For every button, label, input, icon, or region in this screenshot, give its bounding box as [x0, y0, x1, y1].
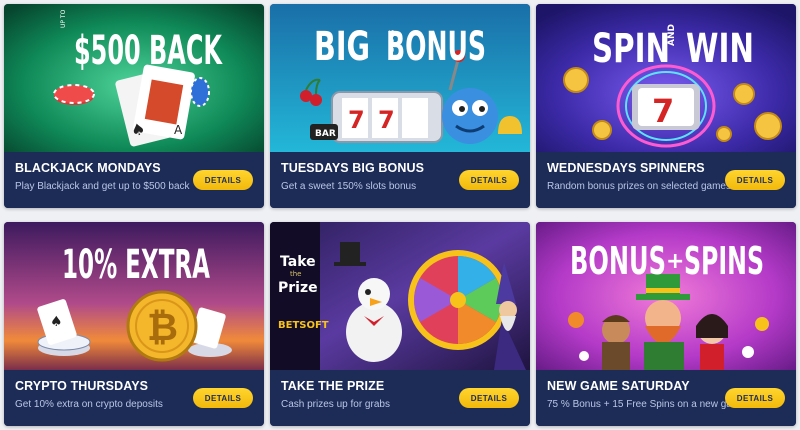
promo-card-crypto-thursdays[interactable]: ♠ ₿ 10% EXTRA CRYPTO THURSDAYS Get 10% e…: [4, 222, 264, 426]
chip-icon: [53, 84, 95, 105]
details-button[interactable]: DETAILS: [725, 170, 785, 190]
promotions-grid: ♠ A UP TO $500 BACK BLACKJACK MONDAYS Pl…: [0, 0, 800, 430]
promo-banner-spin-and-win[interactable]: 7 SPIN AND WIN: [536, 4, 796, 152]
logo-prize: Prize: [278, 280, 318, 296]
banner-pre-text: UP TO: [60, 9, 67, 28]
blue-monster-icon: [442, 88, 498, 144]
promo-card-tuesdays-big-bonus[interactable]: 7 7 BAR BIG SLOTS BONUS TUESDAYS BIG BON…: [270, 4, 530, 208]
promo-banner-take-the-prize[interactable]: Take the Prize BETSOFT: [270, 222, 530, 370]
details-button[interactable]: DETAILS: [459, 170, 519, 190]
promo-banner-bonus-spins[interactable]: BONUS + SPINS: [536, 222, 796, 370]
promo-banner-10-percent-extra[interactable]: ♠ ₿ 10% EXTRA: [4, 222, 264, 370]
banner-headline-left: SPIN: [592, 26, 670, 72]
banner-headline: $500 BACK: [74, 28, 223, 74]
promo-footer: TAKE THE PRIZE Cash prizes up for grabs …: [270, 370, 530, 426]
reel-symbol: 7: [378, 106, 395, 134]
chip-blue-icon: [190, 77, 210, 107]
promo-card-blackjack-mondays[interactable]: ♠ A UP TO $500 BACK BLACKJACK MONDAYS Pl…: [4, 4, 264, 208]
banner-headline-right: BONUS: [386, 24, 486, 70]
banner-headline-left: BIG: [314, 24, 370, 70]
promo-footer: NEW GAME SATURDAY 75 % Bonus + 15 Free S…: [536, 370, 796, 426]
banner-headline-right: WIN: [686, 26, 754, 72]
provider-logo: BETSOFT: [278, 320, 329, 331]
reel-label: BAR: [315, 129, 336, 139]
svg-text:♠: ♠: [50, 314, 63, 330]
banner-headline: 10% EXTRA: [62, 242, 210, 288]
banner-headline-left: BONUS: [570, 239, 666, 283]
bitcoin-icon: ₿: [126, 290, 198, 362]
promo-banner-blackjack[interactable]: ♠ A UP TO $500 BACK: [4, 4, 264, 152]
logo-the: the: [290, 270, 302, 278]
promo-card-wednesdays-spinners[interactable]: 7 SPIN AND WIN WEDNESDAYS SPINNERS Rando…: [536, 4, 796, 208]
logo-take: Take: [280, 254, 316, 270]
details-button[interactable]: DETAILS: [459, 388, 519, 408]
prize-wheel-icon: [408, 250, 508, 350]
reel-symbol: 7: [652, 92, 674, 130]
promo-card-new-game-saturday[interactable]: BONUS + SPINS NEW GAME SATURDAY 75 % Bon…: [536, 222, 796, 426]
promo-footer: BLACKJACK MONDAYS Play Blackjack and get…: [4, 152, 264, 208]
banner-headline-plus: +: [666, 249, 684, 274]
details-button[interactable]: DETAILS: [725, 388, 785, 408]
promo-footer: CRYPTO THURSDAYS Get 10% extra on crypto…: [4, 370, 264, 426]
svg-text:A: A: [174, 123, 183, 137]
banner-headline-right: SPINS: [684, 239, 764, 283]
details-button[interactable]: DETAILS: [193, 170, 253, 190]
promo-card-take-the-prize[interactable]: Take the Prize BETSOFT TAKE THE PRIZE Ca…: [270, 222, 530, 426]
banner-headline-small: AND: [667, 24, 677, 46]
coin-symbol: ₿: [147, 305, 178, 349]
reel-symbol: 7: [348, 106, 365, 134]
pirate-character-icon: [602, 315, 630, 370]
promo-footer: TUESDAYS BIG BONUS Get a sweet 150% slot…: [270, 152, 530, 208]
promo-footer: WEDNESDAYS SPINNERS Random bonus prizes …: [536, 152, 796, 208]
details-button[interactable]: DETAILS: [193, 388, 253, 408]
promo-banner-big-slots-bonus[interactable]: 7 7 BAR BIG SLOTS BONUS: [270, 4, 530, 152]
